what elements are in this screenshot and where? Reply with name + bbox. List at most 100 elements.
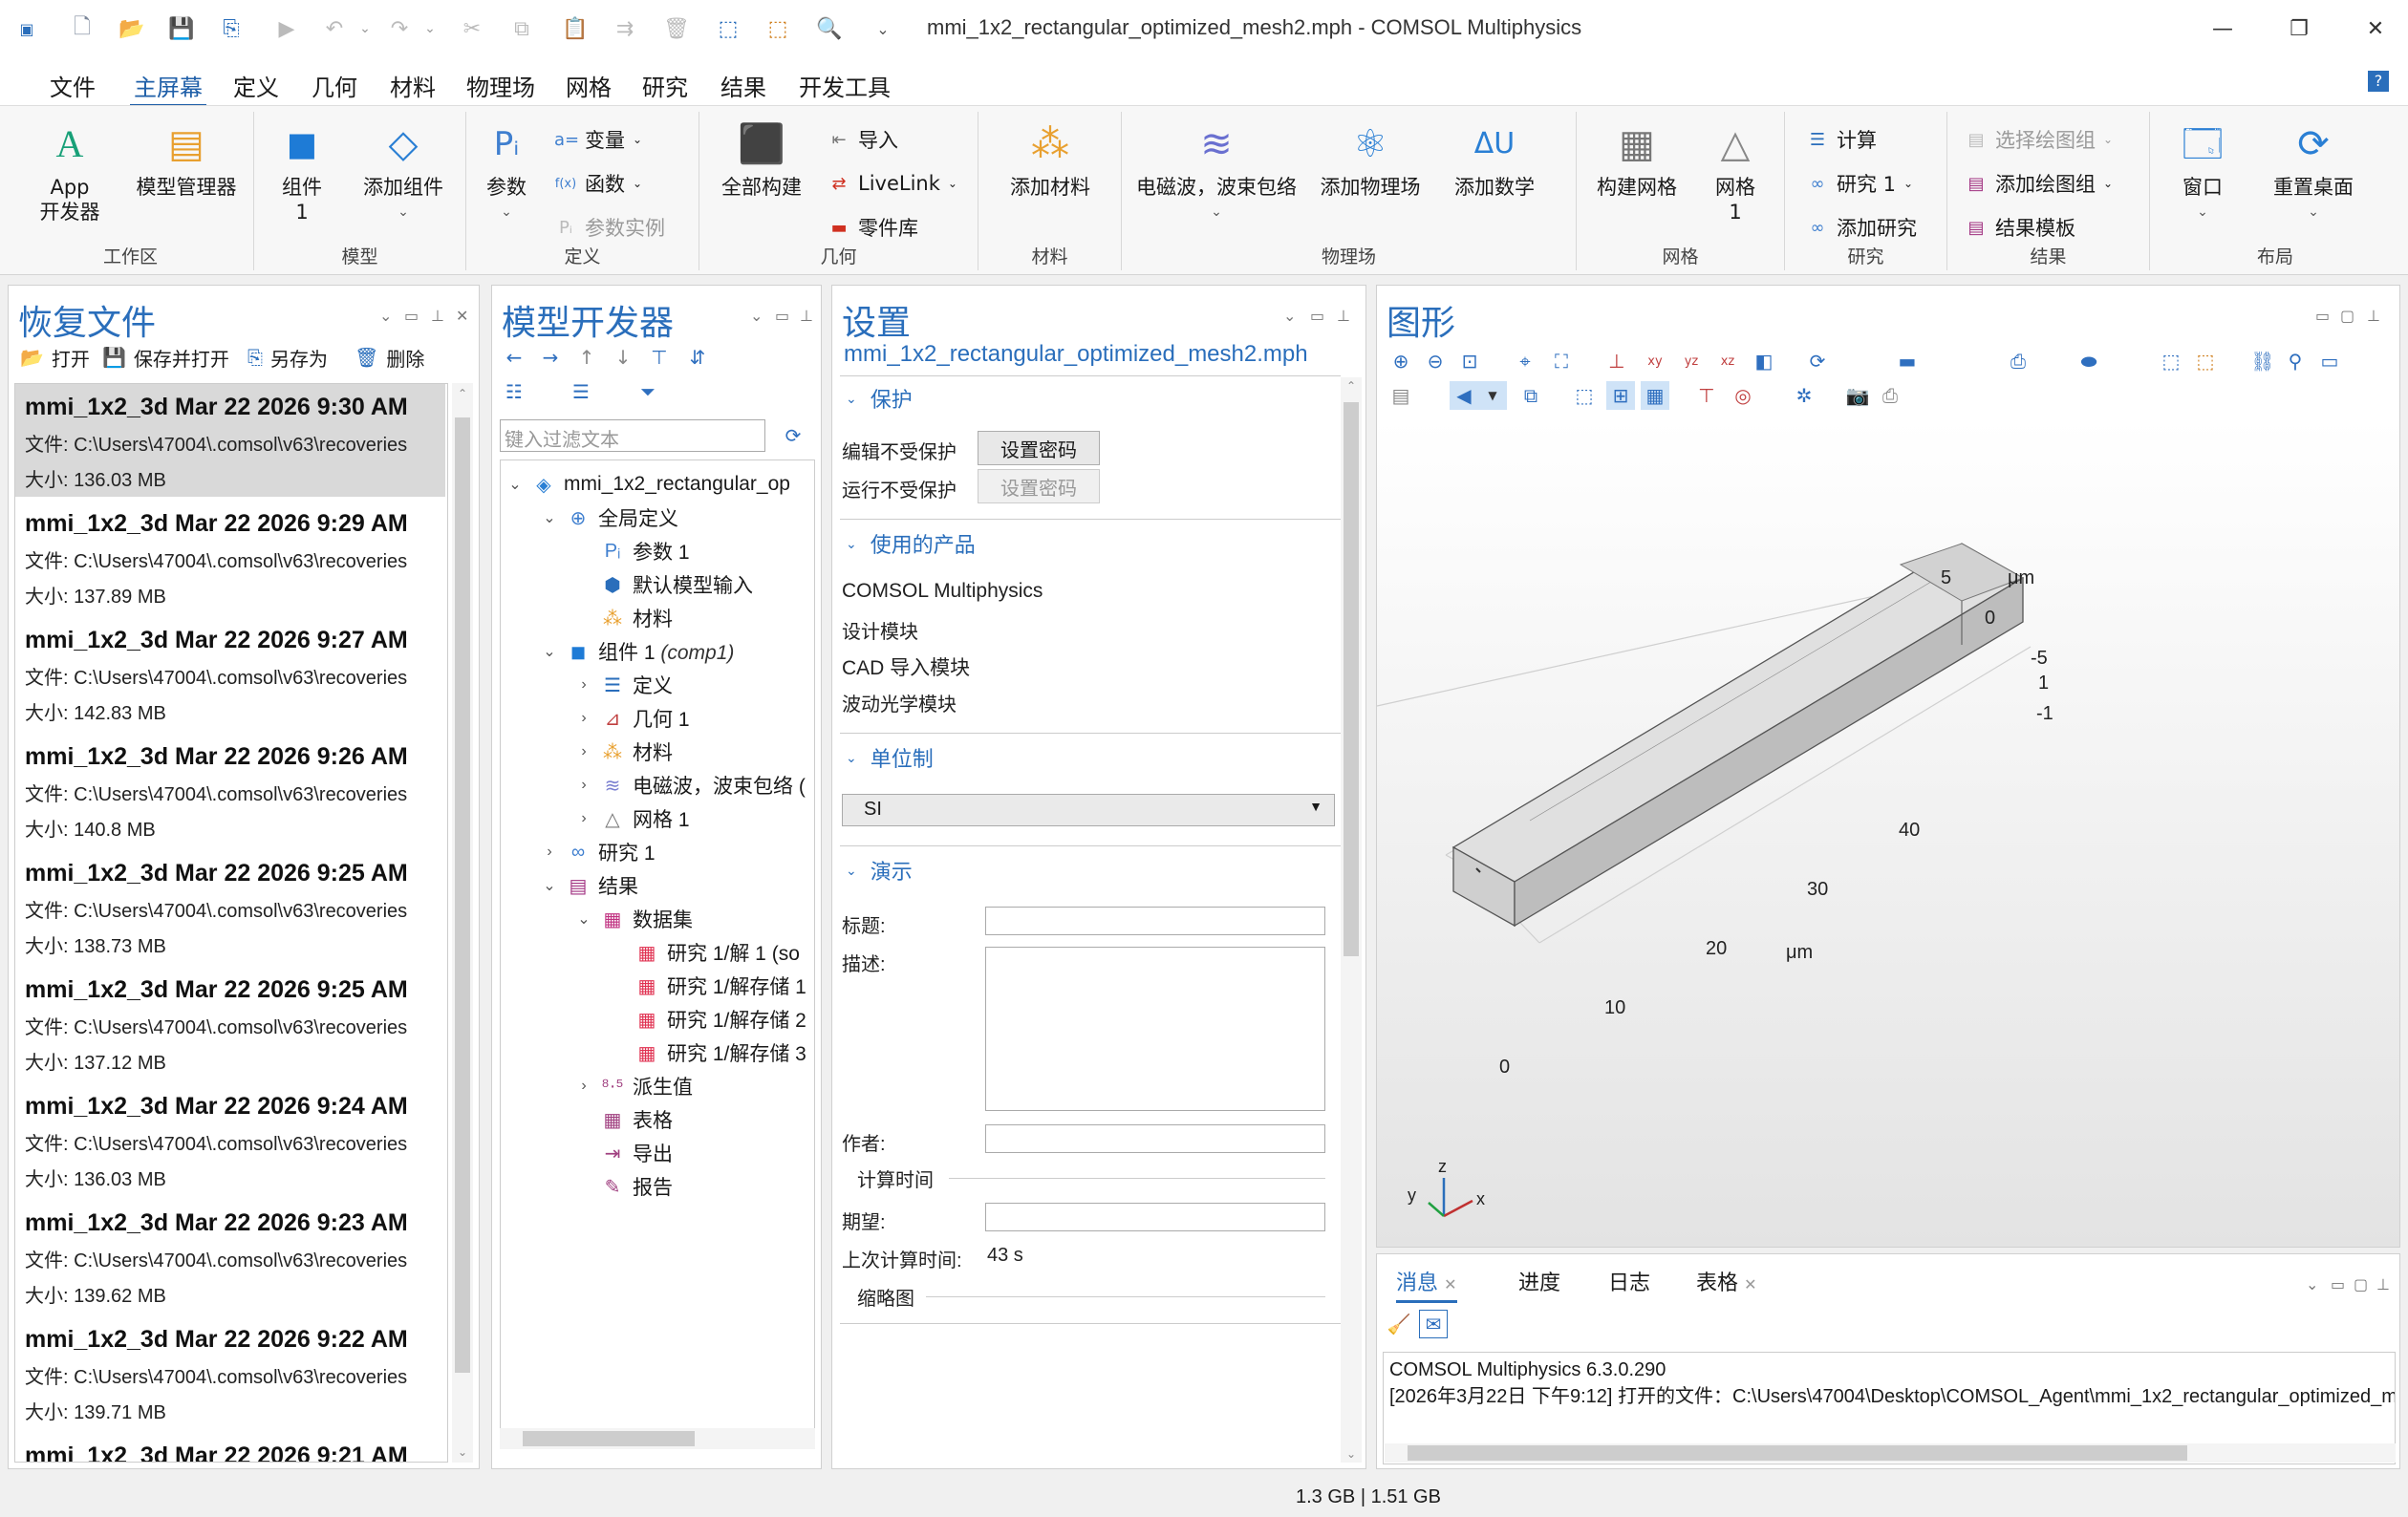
tab-messages[interactable]: 消息 ✕ <box>1396 1266 1457 1303</box>
message-hscrollbar[interactable] <box>1385 1443 2396 1463</box>
forward-icon[interactable]: → <box>536 343 565 372</box>
tab-physics[interactable]: 物理场 <box>462 67 539 104</box>
add-material-button[interactable]: ⁂ 添加材料 <box>992 119 1108 200</box>
cut-icon[interactable]: ✂ <box>457 13 487 44</box>
tree-node[interactable]: ⇥ 导出 <box>575 1137 673 1169</box>
pin-icon[interactable]: ⊥ <box>1337 307 1350 325</box>
move-up-icon[interactable]: ↑ <box>572 343 601 372</box>
xy-view-icon[interactable]: xy <box>1641 347 1669 375</box>
redo-dropdown-icon[interactable]: ⌄ <box>415 13 445 44</box>
save-icon[interactable]: 💾 <box>166 13 197 44</box>
minimize-button[interactable]: — <box>2194 10 2251 48</box>
add-math-button[interactable]: ΔU 添加数学 <box>1437 119 1552 200</box>
panel-menu-icon[interactable]: ⌄ <box>1283 307 1296 325</box>
scene-light-icon[interactable]: ▬ <box>1893 347 1922 375</box>
parameters-button[interactable]: Pᵢ 参数 ⌄ <box>476 119 537 224</box>
wireframe-icon[interactable]: ▤ <box>1387 381 1415 410</box>
variables-button[interactable]: a= 变量 ⌄ <box>554 125 642 154</box>
tab-mesh[interactable]: 网格 <box>562 67 615 104</box>
axis-icon[interactable]: ⊥ <box>1602 347 1631 375</box>
tree-node[interactable]: › ⁸·⁵ 派生值 <box>575 1070 693 1102</box>
tree-node[interactable]: ▦ 研究 1/解存储 3 <box>610 1036 806 1069</box>
render-mode-icon[interactable]: ⧉ <box>1516 381 1545 410</box>
unit-system-select[interactable]: SI ▼ <box>842 794 1335 826</box>
set-edit-password-button[interactable]: 设置密码 <box>978 431 1100 465</box>
move-down-icon[interactable]: ↓ <box>609 343 637 372</box>
pin-icon[interactable]: ⊥ <box>800 307 813 325</box>
panel-minimize-icon[interactable]: ▭ <box>775 307 789 325</box>
recovery-item[interactable]: mmi_1x2_3d Mar 22 2026 9:30 AM 文件: C:\Use… <box>15 384 445 497</box>
transparency-dropdown-icon[interactable]: ▼ <box>1478 381 1507 410</box>
panel-menu-icon[interactable]: ⌄ <box>379 307 392 325</box>
expand-arrow-icon[interactable]: › <box>575 743 592 760</box>
expand-icon[interactable]: ⇵ <box>683 343 712 372</box>
recovery-item[interactable]: mmi_1x2_3d Mar 22 2026 9:25 AM 文件: C:\Use… <box>15 850 445 963</box>
study1-button[interactable]: ∞ 研究 1 ⌄ <box>1806 169 1914 198</box>
undo-icon[interactable]: ↶ <box>319 13 350 44</box>
reset-desktop-button[interactable]: ⟳ 重置桌面 ⌄ <box>2251 119 2376 224</box>
expand-arrow-icon[interactable]: ⌄ <box>575 909 592 929</box>
tree-node[interactable]: › ☰ 定义 <box>575 669 673 701</box>
panel-maximize-icon[interactable]: ▢ <box>2354 1275 2368 1293</box>
tree-node[interactable]: ▦ 表格 <box>575 1103 673 1136</box>
close-tab-icon[interactable]: ✕ <box>1444 1277 1456 1293</box>
new-icon[interactable]: 🗋 <box>67 13 97 44</box>
expected-field[interactable] <box>985 1203 1325 1231</box>
compute-button[interactable]: ☰ 计算 <box>1806 125 1877 154</box>
tree-node[interactable]: ▦ 研究 1/解存储 1 <box>610 970 806 1002</box>
emw-beam-envelope-button[interactable]: ≋ 电磁波，波束包络 ⌄ <box>1129 119 1303 224</box>
tab-geometry[interactable]: 几何 <box>308 67 361 104</box>
scene-icon[interactable]: ✲ <box>1790 381 1818 410</box>
deselect-icon[interactable]: ⬚ <box>2191 347 2220 375</box>
mesh1-button[interactable]: △ 网格 1 <box>1695 119 1775 224</box>
tree-node[interactable]: › ⁂ 材料 <box>575 736 673 768</box>
zoom-out-icon[interactable]: ⊖ <box>1421 347 1450 375</box>
zoom-in-icon[interactable]: ⊕ <box>1387 347 1415 375</box>
expand-arrow-icon[interactable]: › <box>575 810 592 827</box>
expand-arrow-icon[interactable]: ⌄ <box>541 508 558 527</box>
view-options-icon[interactable]: ▭ <box>2315 347 2344 375</box>
tab-table[interactable]: 表格 ✕ <box>1696 1266 1757 1296</box>
panel-maximize-icon[interactable]: ▢ <box>2340 307 2354 325</box>
panel-close-icon[interactable]: ✕ <box>456 307 468 325</box>
delete-icon[interactable]: 🗑 <box>661 13 692 44</box>
select-icon[interactable]: ⬚ <box>713 13 743 44</box>
xz-view-icon[interactable]: xz <box>1713 347 1742 375</box>
message-options-icon[interactable]: ✉ <box>1419 1310 1448 1338</box>
tree-node[interactable]: Pᵢ 参数 1 <box>575 535 690 567</box>
zoom-selection-icon[interactable]: ⛶ <box>1547 347 1576 375</box>
duplicate-icon[interactable]: ⇉ <box>610 13 640 44</box>
rotate-icon[interactable]: ⟳ <box>1803 347 1832 375</box>
component-button[interactable]: ◼ 组件 1 <box>264 119 340 224</box>
close-button[interactable]: ✕ <box>2347 10 2404 48</box>
tab-study[interactable]: 研究 <box>638 67 692 104</box>
build-mesh-button[interactable]: ▦ 构建网格 <box>1584 119 1689 200</box>
title-field[interactable] <box>985 907 1325 935</box>
delete-button[interactable]: 🗑 删除 <box>355 343 424 372</box>
clear-selection-icon[interactable]: ⬚ <box>763 13 793 44</box>
paste-icon[interactable]: 📋 <box>560 13 591 44</box>
redo-icon[interactable]: ↷ <box>384 13 415 44</box>
set-run-password-button[interactable]: 设置密码 <box>978 469 1100 503</box>
list-icon[interactable]: ☰ <box>567 377 595 406</box>
add-study-button[interactable]: ∞ 添加研究 <box>1806 213 1918 242</box>
tree-node[interactable]: › ≋ 电磁波，波束包络 ( <box>575 769 806 801</box>
expand-arrow-icon[interactable]: ⌄ <box>506 475 524 494</box>
tree-node[interactable]: ⌄ ◼ 组件 1 (comp1) <box>541 635 734 668</box>
pin-icon[interactable]: ⊥ <box>2376 1275 2390 1293</box>
tree-node[interactable]: › ⊿ 几何 1 <box>575 702 689 735</box>
panel-menu-icon[interactable]: ⌄ <box>2306 1275 2318 1293</box>
render-icon[interactable]: ⬬ <box>2075 347 2103 375</box>
tree-node[interactable]: ▦ 研究 1/解 1 (so <box>610 936 800 969</box>
tree-node[interactable]: › △ 网格 1 <box>575 802 689 835</box>
recovery-item[interactable]: mmi_1x2_3d Mar 22 2026 9:24 AM 文件: C:\Use… <box>15 1083 445 1196</box>
expand-arrow-icon[interactable]: › <box>575 710 592 727</box>
tree-node[interactable]: › ∞ 研究 1 <box>541 836 655 868</box>
recovery-item[interactable]: mmi_1x2_3d Mar 22 2026 9:26 AM 文件: C:\Use… <box>15 734 445 846</box>
tree-node[interactable]: ⌄ ▦ 数据集 <box>575 903 693 935</box>
expand-arrow-icon[interactable]: › <box>575 777 592 794</box>
tree-node[interactable]: ⌄ ◈ mmi_1x2_rectangular_op <box>506 468 790 501</box>
tab-developer[interactable]: 开发工具 <box>795 67 894 104</box>
section-protection[interactable]: ⌄ 保护 <box>846 383 913 414</box>
tab-materials[interactable]: 材料 <box>386 67 440 104</box>
